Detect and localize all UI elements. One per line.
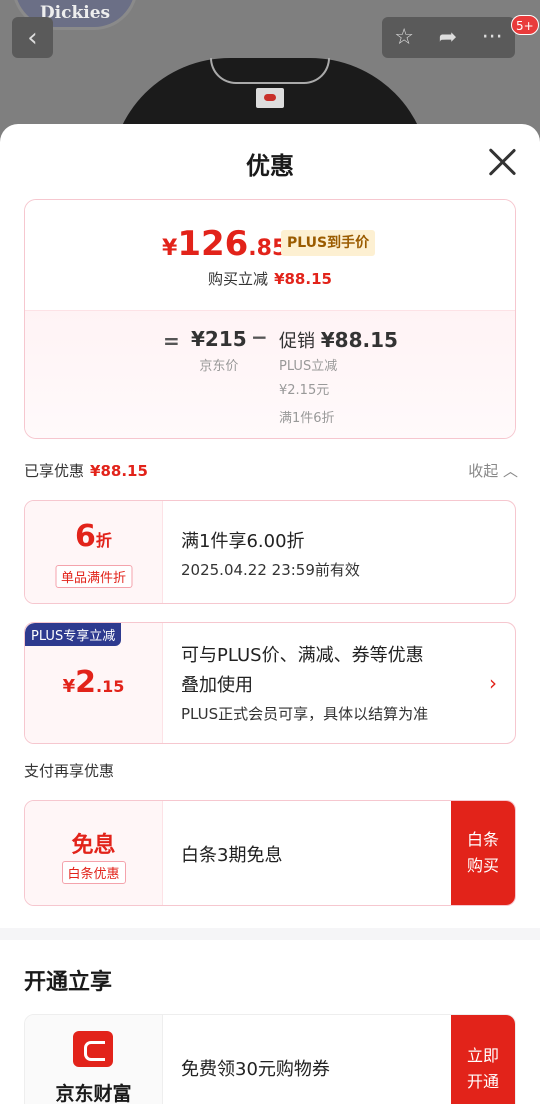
top-toolbar: ☆ ➦ ··· bbox=[382, 17, 515, 58]
collapse-button[interactable]: 收起 ︿ bbox=[468, 460, 518, 481]
promo-text: 白条3期免息 bbox=[181, 801, 475, 905]
discount-sheet: 优惠 ¥126.85 PLUS到手价 购买立减 ¥88.15 = ¥215 京东价… bbox=[0, 124, 540, 1104]
chevron-up-icon: ︿ bbox=[502, 462, 518, 480]
baitiao-main: 白条3期免息 bbox=[181, 845, 283, 866]
jd-wealth-brand-area: 京东财富 bbox=[25, 1015, 163, 1104]
promo-expiry: 2025.04.22 23:59前有效 bbox=[181, 561, 360, 579]
close-icon[interactable] bbox=[486, 146, 518, 178]
jd-wealth-logo-icon bbox=[73, 1031, 113, 1067]
discount-number: 6 bbox=[75, 519, 96, 554]
minus-sign: − bbox=[251, 325, 268, 349]
promo-value: ¥88.15 bbox=[320, 328, 398, 352]
reduce-label: 购买立减 bbox=[208, 270, 269, 288]
price-breakdown: = ¥215 京东价 − 促销 ¥88.15 PLUS立减 ¥2.15元 满1件… bbox=[25, 310, 515, 438]
shirt-collar bbox=[210, 58, 330, 84]
price-summary: ¥126.85 PLUS到手价 购买立减 ¥88.15 bbox=[25, 200, 515, 310]
price-card: ¥126.85 PLUS到手价 购买立减 ¥88.15 = ¥215 京东价 − … bbox=[24, 199, 516, 439]
pay-section-title: 支付再享优惠 bbox=[24, 762, 115, 780]
promo-line: 促销 ¥88.15 bbox=[279, 327, 398, 353]
enjoyed-value: ¥88.15 bbox=[90, 462, 148, 480]
discount-type-tag: 单品满件折 bbox=[54, 565, 133, 588]
discount-value: 6折 bbox=[25, 519, 162, 554]
plus-reduce-amount: ¥2.15 bbox=[25, 665, 162, 700]
collapse-label: 收起 bbox=[468, 462, 499, 480]
baitiao-promo-card: 免息 白条优惠 白条3期免息 白条购买 bbox=[24, 800, 516, 906]
share-icon[interactable]: ➦ bbox=[439, 25, 457, 50]
more-icon[interactable]: ··· bbox=[482, 25, 503, 50]
promo-text: 可与PLUS价、满减、券等优惠 叠加使用 PLUS正式会员可享，具体以结算为准 bbox=[181, 623, 475, 743]
amount-symbol: ¥ bbox=[62, 676, 76, 697]
plus-exclusive-tag: PLUS专享立减 bbox=[25, 623, 122, 646]
promo-card-plus[interactable]: ¥2.15 PLUS专享立减 可与PLUS价、满减、券等优惠 叠加使用 PLUS… bbox=[24, 622, 516, 744]
base-price-col: ¥215 京东价 bbox=[191, 327, 247, 374]
shirt-label bbox=[256, 88, 284, 108]
baitiao-tag: 白条优惠 bbox=[61, 861, 126, 884]
final-price: ¥126.85 bbox=[162, 224, 287, 264]
price-integer: 126 bbox=[177, 224, 249, 264]
chevron-right-icon: › bbox=[489, 671, 497, 695]
open-section-title: 开通立享 bbox=[24, 970, 113, 995]
promo-text: 满1件享6.00折 2025.04.22 23:59前有效 bbox=[181, 501, 475, 603]
sheet-title: 优惠 bbox=[246, 152, 294, 180]
plus-price-tag: PLUS到手价 bbox=[281, 230, 376, 256]
discount-unit: 折 bbox=[95, 531, 112, 550]
promo-main: 满1件享6.00折 bbox=[181, 531, 305, 552]
reduce-value: ¥88.15 bbox=[274, 270, 332, 288]
chevron-left-icon: ‹ bbox=[27, 22, 38, 53]
jd-wealth-brand: 京东财富 bbox=[55, 1083, 132, 1104]
jd-wealth-main: 免费领30元购物券 bbox=[181, 1059, 330, 1080]
enjoyed-label: 已享优惠 bbox=[24, 462, 85, 480]
equals-sign: = bbox=[163, 329, 180, 353]
amount-decimal: .15 bbox=[96, 677, 125, 696]
baitiao-buy-button[interactable]: 白条购买 bbox=[451, 801, 515, 905]
plus-reduce-value: ¥2.15元 bbox=[279, 383, 330, 398]
amount-integer: 2 bbox=[75, 665, 97, 700]
section-divider bbox=[0, 928, 540, 940]
base-price-label: 京东价 bbox=[199, 359, 239, 374]
plus-reduce-label: PLUS立减 bbox=[279, 359, 338, 374]
promo-note: PLUS正式会员可享，具体以结算为准 bbox=[181, 705, 429, 723]
promo-prefix: 促销 bbox=[279, 331, 315, 352]
open-now-label: 立即开通 bbox=[466, 1046, 499, 1091]
base-price: ¥215 bbox=[191, 327, 247, 351]
promo-text: 免费领30元购物券 bbox=[181, 1015, 475, 1104]
baitiao-buy-label: 白条购买 bbox=[466, 830, 499, 875]
back-button[interactable]: ‹ bbox=[12, 17, 53, 58]
enjoyed-discount: 已享优惠 ¥88.15 bbox=[24, 460, 148, 481]
promo-badge-area: 6折 单品满件折 bbox=[25, 501, 163, 603]
promo-main-line1: 可与PLUS价、满减、券等优惠 bbox=[181, 645, 424, 666]
promo-card-discount[interactable]: 6折 单品满件折 满1件享6.00折 2025.04.22 23:59前有效 bbox=[24, 500, 516, 604]
reduce-line: 购买立减 ¥88.15 bbox=[25, 268, 515, 289]
message-badge: 5+ bbox=[511, 15, 539, 35]
star-icon[interactable]: ☆ bbox=[394, 25, 414, 50]
promo-col: 促销 ¥88.15 PLUS立减 ¥2.15元 满1件6折 bbox=[279, 327, 398, 426]
interest-free-label: 免息 bbox=[71, 833, 116, 858]
promo-main-line2: 叠加使用 bbox=[181, 675, 253, 696]
jd-wealth-card: 京东财富 免费领30元购物券 立即开通 bbox=[24, 1014, 516, 1104]
promo-badge-area: 免息 白条优惠 bbox=[25, 801, 163, 905]
open-now-button[interactable]: 立即开通 bbox=[451, 1015, 515, 1104]
price-symbol: ¥ bbox=[162, 236, 178, 261]
discount-note: 满1件6折 bbox=[279, 411, 335, 426]
